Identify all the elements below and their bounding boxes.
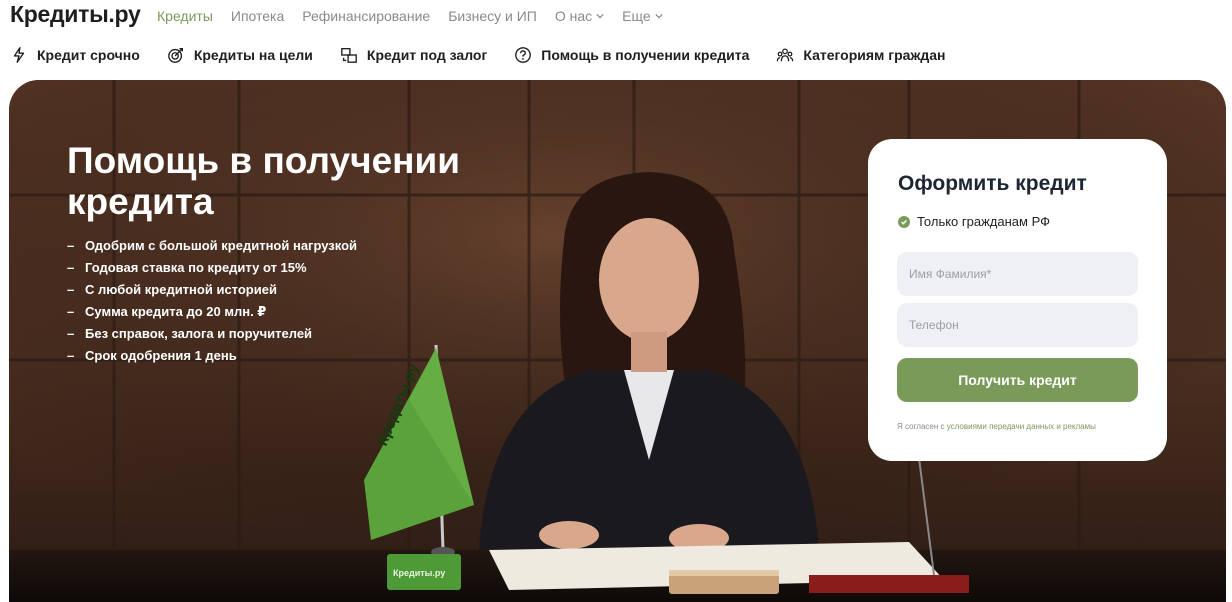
target-icon xyxy=(167,48,183,63)
category-navigation: Кредит срочно Кредиты на цели Кредит под… xyxy=(10,46,946,64)
question-icon xyxy=(515,47,532,63)
phone-input[interactable] xyxy=(897,303,1138,347)
feature-item: – Годовая ставка по кредиту от 15% xyxy=(67,260,307,275)
check-icon xyxy=(898,215,910,228)
top-navigation: Кредиты.ру Кредиты Ипотека Рефинансирова… xyxy=(0,0,1232,34)
subnav-label: Помощь в получении кредита xyxy=(541,47,750,63)
hero-feature-list: – Одобрим с большой кредитной нагрузкой –… xyxy=(67,238,357,370)
credit-application-form: Оформить кредит Только гражданам РФ Полу… xyxy=(868,139,1167,461)
consent-terms-link[interactable]: условиями передачи данных и рекламы xyxy=(947,422,1096,431)
menu-item-about[interactable]: О нас xyxy=(555,8,604,24)
menu-item-label: Бизнесу и ИП xyxy=(448,8,537,24)
chevron-down-icon xyxy=(655,13,663,19)
collateral-icon xyxy=(341,48,357,63)
menu-item-more[interactable]: Еще xyxy=(622,8,663,24)
name-input[interactable] xyxy=(897,252,1138,296)
citizens-only-badge: Только гражданам РФ xyxy=(898,214,1050,229)
feature-item: – Срок одобрения 1 день xyxy=(67,348,237,363)
feature-item: – С любой кредитной историей xyxy=(67,282,277,297)
form-title: Оформить кредит xyxy=(898,172,1087,195)
hero-title: Помощь в получении кредита xyxy=(67,140,460,222)
consent-text: Я согласен с условиями передачи данных и… xyxy=(897,422,1096,431)
menu-item-mortgage[interactable]: Ипотека xyxy=(231,8,284,24)
menu-item-label: Кредиты xyxy=(157,8,213,24)
subnav-credit-help[interactable]: Помощь в получении кредита xyxy=(514,46,749,64)
subnav-citizen-categories[interactable]: Категориям граждан xyxy=(776,46,946,64)
feature-item: – Одобрим с большой кредитной нагрузкой xyxy=(67,238,358,253)
site-logo[interactable]: Кредиты.ру xyxy=(10,1,141,28)
feature-item: – Сумма кредита до 20 млн. ₽ xyxy=(67,304,267,319)
menu-item-label: Рефинансирование xyxy=(302,8,431,24)
menu-item-refinancing[interactable]: Рефинансирование xyxy=(302,8,430,24)
chevron-down-icon xyxy=(596,13,604,19)
get-credit-button[interactable]: Получить кредит xyxy=(897,358,1138,402)
people-icon xyxy=(777,48,794,62)
main-menu: Кредиты Ипотека Рефинансирование Бизнесу… xyxy=(157,8,663,24)
menu-item-label: Ипотека xyxy=(230,8,285,24)
menu-item-credits[interactable]: Кредиты xyxy=(157,8,213,24)
feature-item: – Без справок, залога и поручителей xyxy=(67,326,313,341)
menu-item-label: О нас xyxy=(554,8,593,24)
menu-item-label: Еще xyxy=(622,8,651,24)
subnav-label: Кредиты на цели xyxy=(193,47,313,63)
badge-label: Только гражданам РФ xyxy=(917,214,1050,229)
lightning-icon xyxy=(13,47,25,63)
subnav-label: Категориям граждан xyxy=(803,47,946,63)
subnav-label: Кредит под залог xyxy=(366,47,488,63)
subnav-collateral-credit[interactable]: Кредит под залог xyxy=(340,46,487,64)
menu-item-business[interactable]: Бизнесу и ИП xyxy=(448,8,537,24)
desk-sign-text: Кредиты.ру xyxy=(393,568,446,578)
subnav-urgent-credit[interactable]: Кредит срочно xyxy=(10,46,140,64)
subnav-label: Кредит срочно xyxy=(37,47,140,63)
subnav-purpose-credit[interactable]: Кредиты на цели xyxy=(167,46,313,64)
